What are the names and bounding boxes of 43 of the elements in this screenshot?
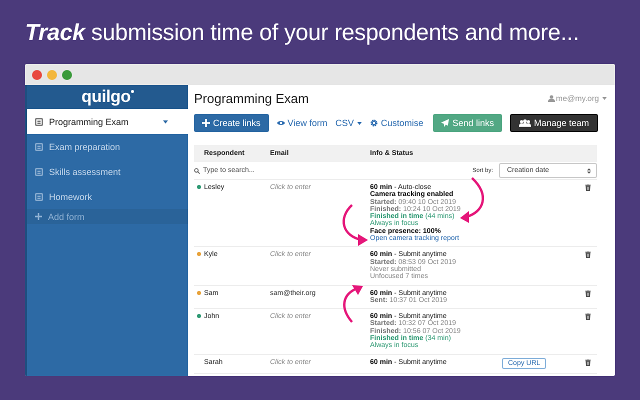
zoom-dot-icon[interactable] [62,70,72,80]
minimize-dot-icon[interactable] [47,70,57,80]
user-menu[interactable]: me@my.org [548,94,607,103]
annotation-arrow [460,177,484,223]
person-icon [548,95,555,102]
logo: quilgo [81,87,131,107]
form-icon [35,168,43,176]
sidebar-item[interactable]: Programming Exam [27,109,188,134]
registered-icon [130,90,134,93]
headline: Track submission time of your respondents and more... [25,19,580,45]
customise-link[interactable]: Customise [370,118,424,128]
form-title: Programming Exam [194,91,309,106]
send-links-button[interactable]: Send links [433,114,502,132]
form-icon [35,118,43,126]
trash-icon[interactable] [585,184,591,191]
annotation-arrow [343,285,363,323]
trash-icon[interactable] [585,313,591,320]
search-icon [194,168,200,174]
eye-icon [276,119,285,127]
form-icon [35,192,43,200]
plus-icon [35,213,42,220]
trash-icon[interactable] [585,358,591,366]
settings-icon [370,119,378,127]
sidebar-item[interactable]: Homework [27,184,188,209]
trash-icon[interactable] [585,251,591,258]
sort-arrows-icon [587,168,591,174]
annotation-arrow [342,204,368,246]
manage-team-button[interactable]: Manage team [510,114,598,132]
caret-icon [602,97,607,100]
create-links-button[interactable]: Create links [194,114,269,132]
form-icon [35,142,43,150]
csv-dropdown[interactable]: CSV [335,118,362,128]
plus-icon [202,119,210,127]
trash-icon[interactable] [585,290,591,297]
sidebar-item[interactable]: Skills assessment [27,159,188,184]
close-dot-icon[interactable] [32,70,42,80]
sidebar-item[interactable]: Exam preparation [27,134,188,159]
add-form-item[interactable]: Add form [27,209,188,224]
view-form-link[interactable]: View form [276,118,328,128]
caret-icon [356,122,362,124]
caret-icon [163,120,168,124]
users-icon [518,119,531,127]
paper-plane-icon [441,119,450,127]
